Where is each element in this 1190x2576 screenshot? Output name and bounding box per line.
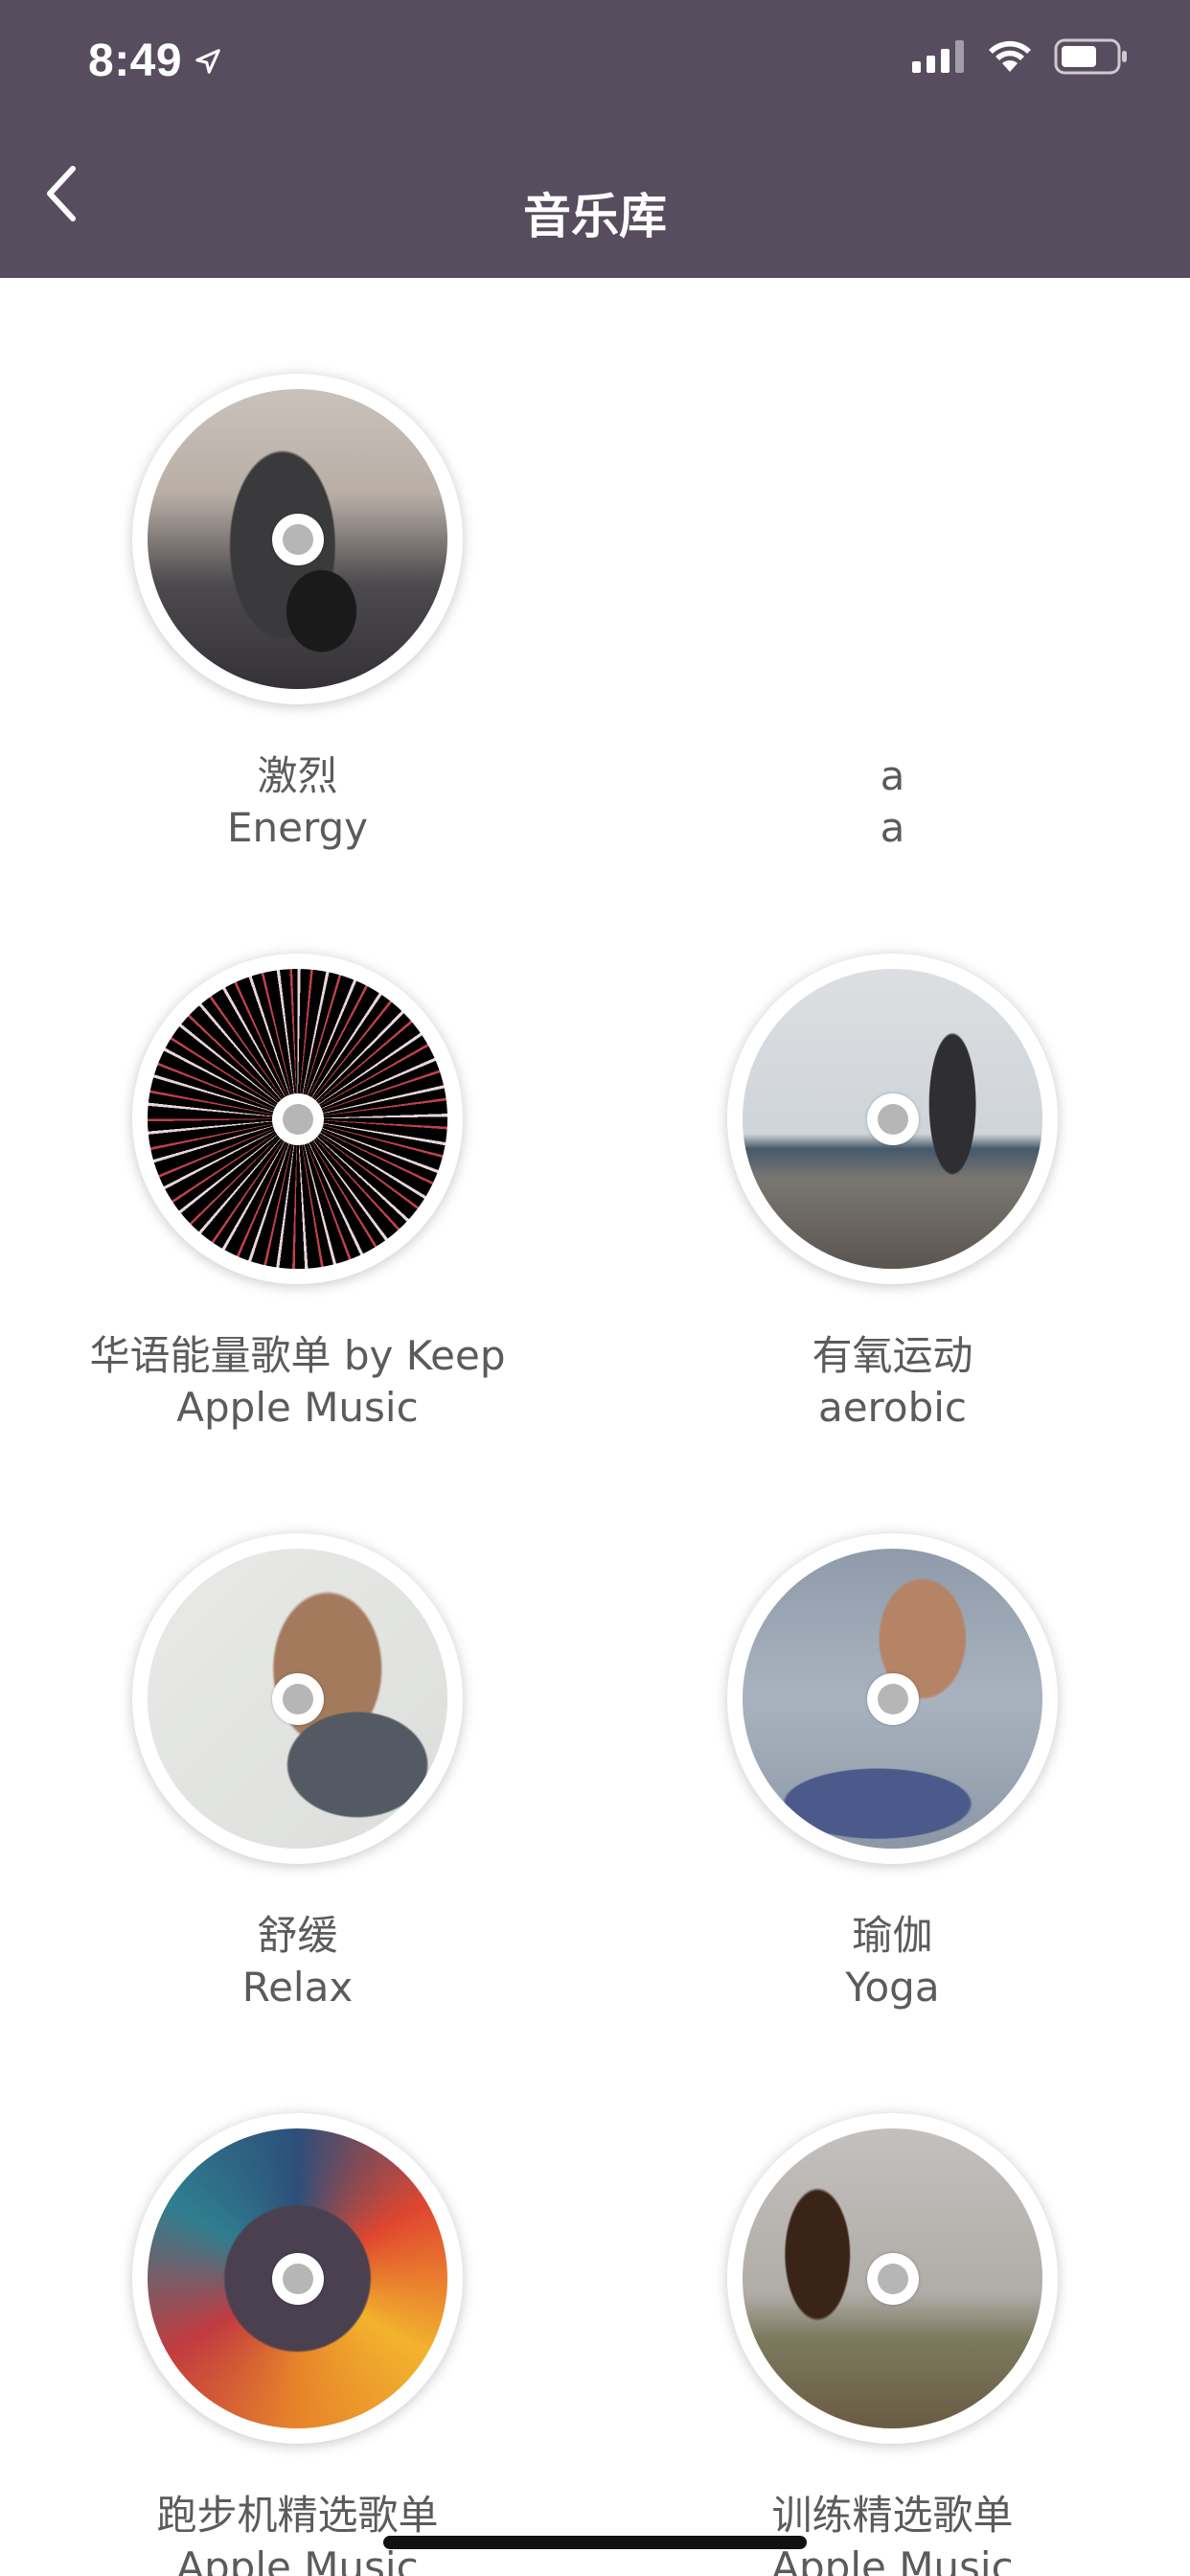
- navigation-header: 8:49 音乐库: [0, 0, 1190, 278]
- disc-center-icon: [271, 1672, 324, 1725]
- playlist-title: 跑步机精选歌单: [156, 2492, 439, 2539]
- playlist-title: 舒缓: [257, 1912, 338, 1959]
- playlist-subtitle: Apple Music: [176, 1384, 419, 1431]
- wifi-icon: [987, 39, 1033, 78]
- playlist-disc[interactable]: [727, 2113, 1058, 2444]
- disc-center-icon: [271, 1092, 324, 1145]
- playlist-disc[interactable]: [132, 1533, 463, 1864]
- playlist-subtitle: a: [880, 804, 905, 851]
- playlist-item-a[interactable]: a a: [595, 278, 1190, 858]
- page-title: 音乐库: [523, 189, 667, 244]
- disc-center-icon: [866, 2252, 919, 2305]
- playlist-disc[interactable]: [727, 1533, 1058, 1864]
- disc-center-icon: [866, 1672, 919, 1725]
- disc-center-icon: [271, 513, 324, 565]
- playlist-disc[interactable]: [132, 374, 463, 704]
- playlist-disc[interactable]: [727, 954, 1058, 1284]
- playlist-subtitle: Energy: [226, 804, 369, 851]
- playlist-title: a: [880, 752, 905, 799]
- cellular-signal-icon: [912, 40, 966, 77]
- playlist-item-training[interactable]: 训练精选歌单 Apple Music: [595, 2017, 1190, 2576]
- playlist-item-chinese-energy[interactable]: 华语能量歌单 by Keep Apple Music: [0, 858, 595, 1438]
- playlist-subtitle: Relax: [241, 1964, 354, 2011]
- playlist-title: 激烈: [257, 752, 338, 799]
- playlist-subtitle: Yoga: [845, 1964, 940, 2011]
- disc-center-icon: [271, 2252, 324, 2305]
- playlist-subtitle: aerobic: [817, 1384, 968, 1431]
- battery-icon: [1054, 38, 1129, 79]
- disc-center-icon: [866, 1092, 919, 1145]
- playlist-item-energy[interactable]: 激烈 Energy: [0, 278, 595, 858]
- playlist-item-aerobic[interactable]: 有氧运动 aerobic: [595, 858, 1190, 1438]
- playlist-item-yoga[interactable]: 瑜伽 Yoga: [595, 1438, 1190, 2017]
- music-library-grid: 激烈 Energy a a 华语能量歌单 by Keep Apple Music…: [0, 278, 1190, 2576]
- playlist-disc[interactable]: [132, 954, 463, 1284]
- status-time-text: 8:49: [88, 35, 183, 86]
- status-bar-time: 8:49: [88, 34, 222, 87]
- playlist-item-treadmill[interactable]: 跑步机精选歌单 Apple Music: [0, 2017, 595, 2576]
- status-bar-indicators: [912, 38, 1129, 79]
- home-indicator[interactable]: [383, 2536, 807, 2549]
- playlist-title: 瑜伽: [852, 1912, 933, 1959]
- location-arrow-icon: [194, 34, 222, 87]
- playlist-title: 训练精选歌单: [771, 2492, 1014, 2539]
- playlist-title: 华语能量歌单 by Keep: [89, 1332, 506, 1379]
- playlist-item-relax[interactable]: 舒缓 Relax: [0, 1438, 595, 2017]
- playlist-title: 有氧运动: [812, 1332, 973, 1379]
- playlist-disc[interactable]: [132, 2113, 463, 2444]
